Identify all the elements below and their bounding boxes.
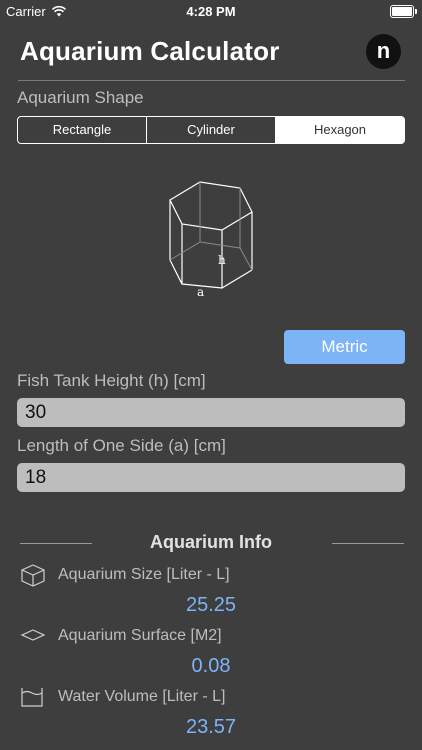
battery-icon [390, 5, 417, 18]
aquarium-surface-value: 0.08 [191, 655, 231, 677]
shape-option-cylinder[interactable]: Cylinder [147, 117, 276, 143]
surface-icon [20, 629, 46, 641]
water-volume-value: 23.57 [185, 716, 237, 738]
shape-label: Aquarium Shape [17, 88, 144, 107]
aquarium-info-header: Aquarium Info [0, 532, 422, 556]
shape-option-hexagon[interactable]: Hexagon [276, 117, 404, 143]
aquarium-surface-label: Aquarium Surface [M2] [58, 627, 222, 644]
diagram-h-label: h [218, 253, 226, 267]
height-input[interactable]: 30 [17, 398, 405, 427]
cube-icon [21, 564, 45, 587]
header-divider [18, 80, 405, 81]
shape-segmented-control: Rectangle Cylinder Hexagon [17, 116, 405, 144]
section-divider-right [332, 543, 404, 544]
hexagon-prism-diagram: h a [169, 181, 253, 299]
water-tank-icon [21, 688, 43, 707]
app-logo-button[interactable]: n [366, 34, 401, 69]
side-length-label: Length of One Side (a) [cm] [17, 436, 226, 455]
status-time: 4:28 PM [186, 4, 236, 19]
aquarium-size-value: 25.25 [185, 594, 237, 616]
app-title: Aquarium Calculator [20, 36, 280, 66]
metric-units-button[interactable]: Metric [284, 330, 405, 364]
status-bar: Carrier 4:28 PM [0, 0, 422, 22]
water-volume-label: Water Volume [Liter - L] [58, 688, 226, 705]
height-label: Fish Tank Height (h) [cm] [17, 371, 206, 390]
shape-option-rectangle[interactable]: Rectangle [18, 117, 147, 143]
diagram-a-label: a [197, 285, 204, 299]
aquarium-size-label: Aquarium Size [Liter - L] [58, 566, 230, 583]
side-length-input[interactable]: 18 [17, 463, 405, 492]
